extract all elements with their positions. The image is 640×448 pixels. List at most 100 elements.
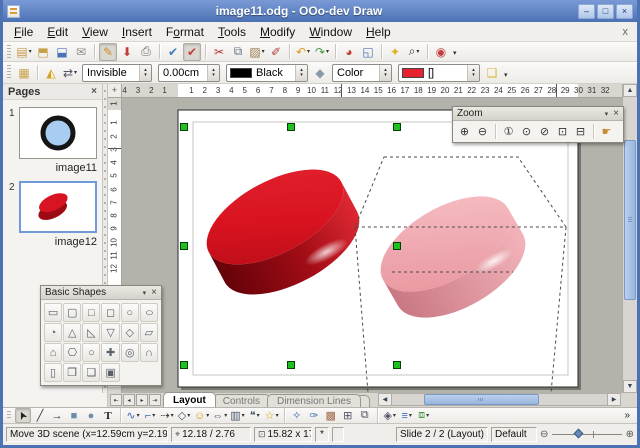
save-icon[interactable]: ⬓: [53, 43, 71, 61]
zoom-slider-thumb[interactable]: [573, 429, 583, 439]
zoom-in-icon[interactable]: ⊕: [626, 429, 634, 440]
chevron-down-icon[interactable]: ▾: [605, 110, 609, 118]
horizontal-scroll-track[interactable]: [392, 394, 607, 405]
menu-modify[interactable]: Modify: [253, 24, 302, 40]
menu-insert[interactable]: Insert: [115, 24, 159, 40]
menu-window[interactable]: Window: [302, 24, 359, 40]
circle-shape-icon[interactable]: ○: [121, 303, 139, 322]
dropdown-arrow-icon[interactable]: ▾: [416, 48, 419, 55]
zoom-slider[interactable]: ⊖ ⊕: [540, 427, 634, 442]
fill-color-combo[interactable]: [] ▴▾: [398, 64, 480, 82]
zoom-100-icon[interactable]: ①: [500, 123, 517, 140]
tab-dimension-lines[interactable]: Dimension Lines: [267, 394, 361, 407]
horizontal-scrollbar[interactable]: ◀ ▶: [378, 393, 621, 406]
isosceles-triangle-shape-icon[interactable]: △: [63, 323, 81, 342]
ring-shape-icon[interactable]: ◎: [121, 343, 139, 362]
gallery-icon[interactable]: ▩: [323, 408, 339, 423]
maximize-button[interactable]: □: [597, 4, 614, 19]
3d-objects-icon[interactable]: ◈▾: [382, 408, 398, 423]
dropdown-arrow-icon[interactable]: ▾: [262, 48, 265, 55]
paste-icon[interactable]: ▨▾: [248, 43, 266, 61]
dropdown-arrow-icon[interactable]: ▾: [137, 412, 140, 419]
styles-icon[interactable]: ▦: [15, 64, 33, 82]
cross-shape-icon[interactable]: ✚: [101, 343, 119, 362]
snap-lines-icon[interactable]: ✦: [386, 43, 404, 61]
document-as-email-icon[interactable]: ✉: [72, 43, 90, 61]
line-width-spinbox[interactable]: 0.00cm ▴▾: [158, 64, 220, 82]
spellcheck-icon[interactable]: ✔: [164, 43, 182, 61]
page-thumbnail-1[interactable]: 1 image11: [3, 107, 102, 174]
symbol-shapes-icon[interactable]: ☺▾: [193, 408, 210, 423]
undo-icon[interactable]: ↶▾: [294, 43, 312, 61]
stepper-icon[interactable]: ▴▾: [379, 65, 391, 81]
clone-icon[interactable]: ⧉: [357, 408, 373, 423]
block-arc-shape-icon[interactable]: ∩: [140, 343, 158, 362]
menu-file[interactable]: File: [7, 24, 40, 40]
menu-help[interactable]: Help: [359, 24, 398, 40]
rounded-square-shape-icon[interactable]: ◻: [101, 303, 119, 322]
toolbar-options-icon[interactable]: ▾: [450, 47, 460, 61]
tab-nav-first-icon[interactable]: ⇤: [110, 394, 122, 406]
pentagon-shape-icon[interactable]: ⌂: [44, 343, 62, 362]
basic-shapes-icon[interactable]: ◇▾: [176, 408, 192, 423]
toolbar-grip[interactable]: [7, 45, 11, 58]
edit-points-icon[interactable]: ✧: [289, 408, 305, 423]
octagon-shape-icon[interactable]: ○: [82, 343, 100, 362]
chart-icon[interactable]: ◕: [340, 43, 358, 61]
fill-icon[interactable]: ◆: [311, 64, 329, 82]
zoom-entire-page-icon[interactable]: ⊡: [554, 123, 571, 140]
export-pdf-icon[interactable]: ⬇: [118, 43, 136, 61]
close-icon[interactable]: ×: [151, 287, 157, 298]
dropdown-arrow-icon[interactable]: ▾: [409, 412, 412, 419]
dropdown-arrow-icon[interactable]: ▾: [206, 412, 209, 419]
menu-edit[interactable]: Edit: [40, 24, 75, 40]
vertical-scroll-thumb[interactable]: [624, 140, 636, 300]
menu-format[interactable]: Format: [159, 24, 211, 40]
close-icon[interactable]: ×: [613, 108, 619, 119]
dropdown-arrow-icon[interactable]: ▾: [257, 412, 260, 419]
zoom-out-icon[interactable]: ⊖: [474, 123, 491, 140]
frame-shape-icon[interactable]: ▣: [101, 363, 119, 382]
open-icon[interactable]: ⬒: [34, 43, 52, 61]
toolbar-options-icon[interactable]: ▾: [501, 69, 511, 83]
fill-style-combo[interactable]: Color ▴▾: [332, 64, 392, 82]
zoom-icon[interactable]: ⌕▾: [405, 43, 423, 61]
close-button[interactable]: ×: [616, 4, 633, 19]
scroll-up-icon[interactable]: ▲: [623, 84, 637, 97]
cylinder-shape-icon[interactable]: ▯: [44, 363, 62, 382]
connector-icon[interactable]: ⌐▾: [142, 408, 158, 423]
scroll-left-icon[interactable]: ◀: [379, 394, 392, 405]
minimize-button[interactable]: ‒: [578, 4, 595, 19]
folded-corner-shape-icon[interactable]: ❏: [82, 363, 100, 382]
vertical-scroll-track[interactable]: [623, 97, 637, 380]
vertical-scrollbar[interactable]: ▲ ▼: [622, 84, 637, 393]
block-arrows-icon[interactable]: ⇔▾: [211, 408, 228, 423]
dropdown-arrow-icon[interactable]: ▾: [152, 412, 155, 419]
line-color-combo[interactable]: Black ▴▾: [226, 64, 308, 82]
square-shape-icon[interactable]: □: [82, 303, 100, 322]
curve-icon[interactable]: ∿▾: [125, 408, 141, 423]
toolbar-grip[interactable]: [7, 411, 11, 420]
zoom-previous-icon[interactable]: ⊙: [518, 123, 535, 140]
dropdown-arrow-icon[interactable]: ▾: [187, 412, 190, 419]
menu-tools[interactable]: Tools: [211, 24, 253, 40]
dropdown-arrow-icon[interactable]: ▾: [276, 412, 279, 419]
dropdown-arrow-icon[interactable]: ▾: [242, 412, 245, 419]
page-2-thumb[interactable]: [19, 181, 97, 233]
dropdown-arrow-icon[interactable]: ▾: [29, 48, 32, 55]
new-document-icon[interactable]: ▤▾: [15, 43, 33, 61]
stepper-icon[interactable]: ▴▾: [467, 65, 479, 81]
shift-icon[interactable]: ☛: [598, 123, 615, 140]
copy-icon[interactable]: ⧉: [229, 43, 247, 61]
page-thumbnail-2[interactable]: 2 image12: [3, 181, 102, 248]
edit-file-icon[interactable]: ✎: [99, 43, 117, 61]
tab-layout[interactable]: Layout: [163, 392, 216, 407]
tab-nav-last-icon[interactable]: ⇥: [149, 394, 161, 406]
line-attributes-icon[interactable]: ◭: [42, 64, 60, 82]
rounded-rectangle-shape-icon[interactable]: ▢: [63, 303, 81, 322]
dropdown-arrow-icon[interactable]: ▾: [224, 412, 227, 419]
close-icon[interactable]: ×: [91, 86, 97, 97]
zoom-page-width-icon[interactable]: ⊟: [572, 123, 589, 140]
rectangle-icon[interactable]: ■: [66, 408, 82, 423]
scroll-right-icon[interactable]: ▶: [607, 394, 620, 405]
